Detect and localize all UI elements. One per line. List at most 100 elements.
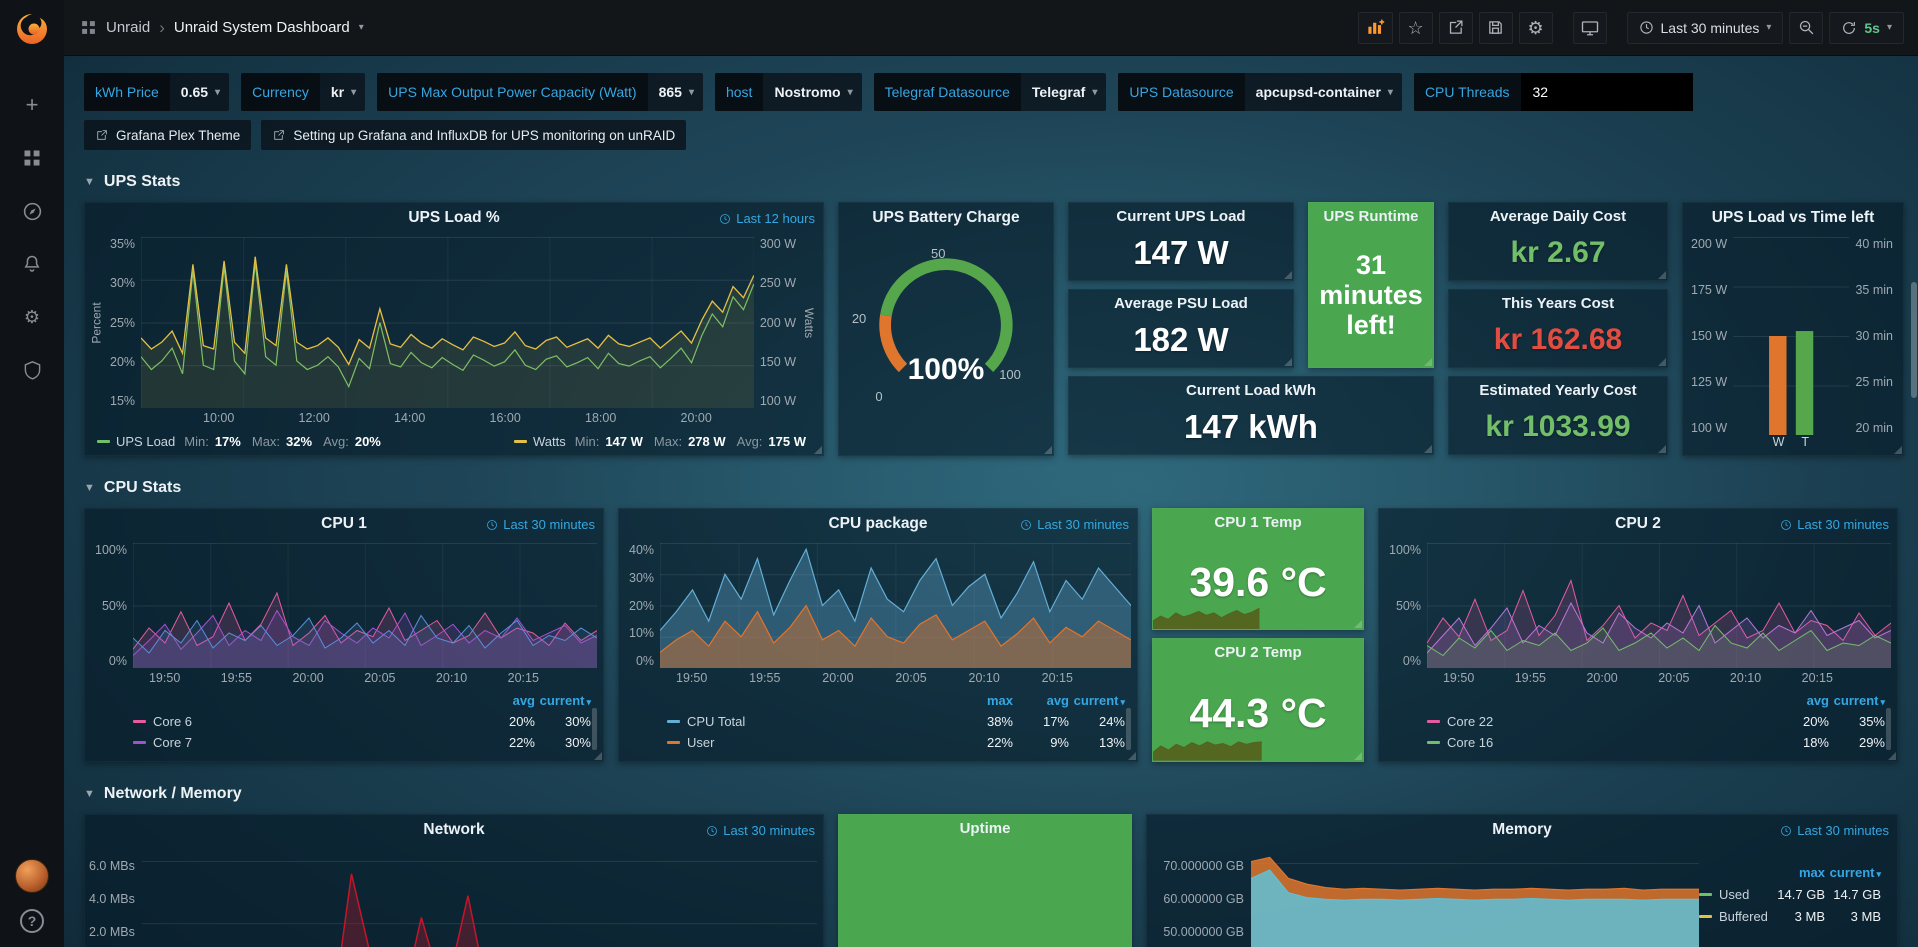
var-telegraf-datasource[interactable]: Telegraf Datasource Telegraf▾ (874, 73, 1107, 111)
y-axis-ticks-left: 6.0 MBs4.0 MBs2.0 MBs (89, 849, 142, 947)
x-axis-ticks: 19:5019:5520:0020:0520:1020:15 (133, 668, 597, 688)
panel-title[interactable]: Average PSU Load (1114, 295, 1248, 312)
legend-row[interactable]: Core 620%30% (133, 711, 591, 732)
legend-scrollbar[interactable] (592, 708, 597, 750)
zoom-out-button[interactable] (1789, 12, 1823, 44)
legend-row[interactable]: User22%9%13% (667, 732, 1125, 753)
dashboard-settings-button[interactable]: ⚙ (1519, 12, 1553, 44)
axis-tick: 40 min (1855, 237, 1893, 251)
panel-title[interactable]: UPS Load % (408, 209, 499, 227)
link-grafana-plex-theme[interactable]: Grafana Plex Theme (84, 120, 251, 150)
legend-row[interactable]: CPU Total38%17%24% (667, 711, 1125, 732)
legend-row[interactable]: Core 1618%29% (1427, 732, 1885, 753)
create-plus-icon[interactable]: + (19, 92, 45, 118)
panel-title[interactable]: CPU package (828, 515, 927, 533)
legend-header: xmaxavgcurrent (667, 690, 1125, 711)
page-scrollbar[interactable] (1911, 282, 1917, 398)
axis-tick: 25% (110, 316, 135, 330)
user-avatar[interactable] (15, 859, 49, 893)
breadcrumb-dashboard-title[interactable]: Unraid System Dashboard (174, 19, 350, 36)
var-ups-max-output[interactable]: UPS Max Output Power Capacity (Watt) 865… (377, 73, 703, 111)
legend-row[interactable]: Core 722%30% (133, 732, 591, 753)
panel-this-years-cost: This Years Cost kr 162.68 (1448, 289, 1668, 368)
link-ups-monitoring-guide[interactable]: Setting up Grafana and InfluxDB for UPS … (261, 120, 686, 150)
axis-tick: 20:15 (508, 671, 539, 685)
ups-load-chart[interactable] (141, 237, 754, 408)
tv-mode-button[interactable] (1573, 12, 1607, 44)
panel-title[interactable]: Current Load kWh (1186, 382, 1316, 399)
panel-title[interactable]: Current UPS Load (1116, 208, 1245, 225)
axis-tick: 20:00 (1586, 671, 1617, 685)
load-vs-time-chart[interactable] (1733, 237, 1849, 435)
panel-title[interactable]: Memory (1492, 821, 1551, 839)
legend-column-header[interactable]: current (1825, 865, 1881, 880)
panel-title[interactable]: CPU 1 Temp (1214, 514, 1301, 531)
template-variables-row: kWh Price 0.65▾ Currency kr▾ UPS Max Out… (84, 72, 1908, 112)
server-admin-shield-icon[interactable] (19, 357, 45, 383)
legend-column-header[interactable]: current (1829, 693, 1885, 708)
time-range-picker[interactable]: Last 30 minutes ▾ (1627, 12, 1784, 44)
row-header-cpu-stats[interactable]: ▼ CPU Stats (84, 474, 1908, 502)
panel-title[interactable]: CPU 2 Temp (1214, 644, 1301, 661)
var-kwh-price[interactable]: kWh Price 0.65▾ (84, 73, 229, 111)
var-label: UPS Datasource (1118, 73, 1244, 111)
legend-scrollbar[interactable] (1126, 708, 1131, 750)
panel-title[interactable]: UPS Runtime (1323, 208, 1418, 225)
var-host[interactable]: host Nostromo▾ (715, 73, 862, 111)
time-override-label: Last 30 minutes (1780, 823, 1889, 838)
time-override-label: Last 30 minutes (486, 517, 595, 532)
breadcrumb-folder[interactable]: Unraid (106, 19, 150, 36)
dashboards-grid-icon[interactable] (19, 145, 45, 171)
panel-title[interactable]: UPS Load vs Time left (1712, 209, 1875, 227)
legend-row[interactable]: Core 2220%35% (1427, 711, 1885, 732)
panel-title[interactable]: Uptime (960, 820, 1011, 837)
grafana-logo[interactable] (13, 10, 51, 48)
refresh-interval-button[interactable]: 5s ▾ (1829, 12, 1904, 44)
row-header-ups-stats[interactable]: ▼ UPS Stats (84, 168, 1908, 196)
legend-item[interactable]: WattsMin:147 WMax:278 WAvg:175 W (514, 434, 811, 449)
legend-column-header[interactable]: avg (1013, 693, 1069, 708)
configuration-gear-icon[interactable]: ⚙ (19, 304, 45, 330)
legend-row[interactable]: Used14.7 GB14.7 GB (1699, 883, 1881, 905)
legend-column-header[interactable]: avg (479, 693, 535, 708)
var-currency[interactable]: Currency kr▾ (241, 73, 365, 111)
memory-chart[interactable] (1251, 849, 1699, 947)
alerting-bell-icon[interactable] (19, 251, 45, 277)
chevron-down-icon: ▾ (848, 87, 853, 98)
dashboard-links-row: Grafana Plex Theme Setting up Grafana an… (84, 120, 1908, 150)
cpu-threads-input[interactable] (1521, 73, 1693, 111)
legend-item[interactable]: UPS LoadMin:17%Max:32%Avg:20% (97, 434, 386, 449)
axis-tick: 50.000000 GB (1163, 925, 1244, 939)
legend-column-header[interactable]: avg (1773, 693, 1829, 708)
panel-title[interactable]: This Years Cost (1502, 295, 1614, 312)
legend-scrollbar[interactable] (1886, 708, 1891, 750)
cpu1-chart[interactable] (133, 543, 597, 668)
y-axis-ticks-left: 100%50%0% (89, 543, 133, 668)
legend-column-header[interactable]: current (535, 693, 591, 708)
panel-title[interactable]: Average Daily Cost (1490, 208, 1626, 225)
legend-column-header[interactable]: max (1769, 865, 1825, 880)
external-link-icon (95, 129, 108, 142)
legend-column-header[interactable]: max (957, 693, 1013, 708)
legend-row[interactable]: Buffered3 MB3 MB (1699, 905, 1881, 927)
cpu2-chart[interactable] (1427, 543, 1891, 668)
add-panel-button[interactable] (1358, 12, 1393, 44)
legend-column-header[interactable]: current (1069, 693, 1125, 708)
panel-title[interactable]: CPU 1 (321, 515, 367, 533)
time-range-label: Last 30 minutes (1661, 20, 1760, 36)
panel-title[interactable]: Network (423, 821, 484, 839)
explore-compass-icon[interactable] (19, 198, 45, 224)
row-header-network-memory[interactable]: ▼ Network / Memory (84, 780, 1908, 808)
save-button[interactable] (1479, 12, 1513, 44)
var-ups-datasource[interactable]: UPS Datasource apcupsd-container▾ (1118, 73, 1402, 111)
zoom-out-icon (1798, 19, 1815, 36)
star-button[interactable]: ☆ (1399, 12, 1433, 44)
panel-title[interactable]: CPU 2 (1615, 515, 1661, 533)
help-icon[interactable]: ? (20, 909, 44, 933)
panel-title[interactable]: Estimated Yearly Cost (1479, 382, 1636, 399)
cpu-package-chart[interactable] (660, 543, 1131, 668)
panel-title[interactable]: UPS Battery Charge (872, 209, 1019, 227)
share-button[interactable] (1439, 12, 1473, 44)
network-chart[interactable] (142, 849, 817, 947)
var-cpu-threads: CPU Threads (1414, 73, 1693, 111)
